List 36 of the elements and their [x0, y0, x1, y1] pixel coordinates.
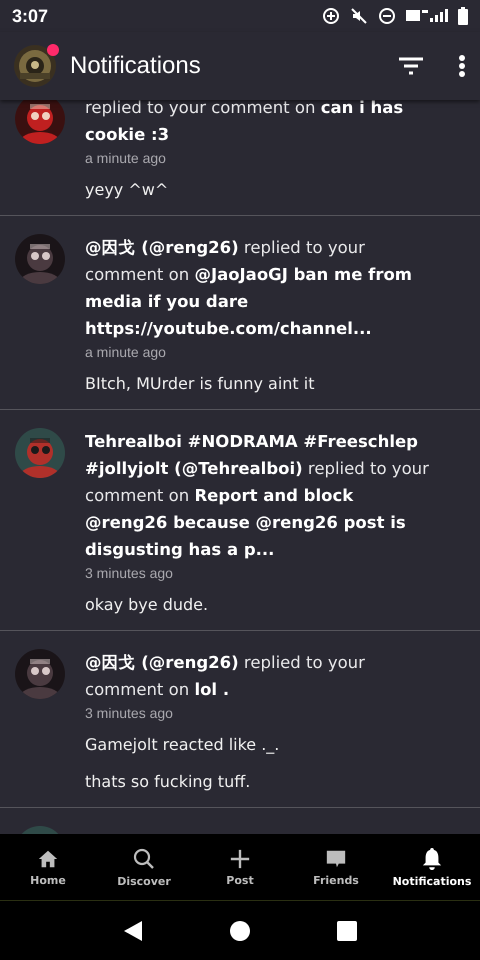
notification-text: @因戈 (@reng26) replied to your comment on lol . — [85, 652, 366, 701]
more-options-icon[interactable] — [458, 54, 466, 78]
notification-text: @因戈 (@reng26) replied to your comment on @JaoJaoGJ ban me from media if you dare https://youtube.com/channel... — [85, 237, 413, 340]
signal-icon — [406, 8, 448, 24]
nav-tab[interactable]: Friends — [288, 834, 384, 900]
nav-tab[interactable]: Notifications — [384, 834, 480, 900]
nav-tab[interactable]: Home — [0, 834, 96, 900]
plus-icon — [229, 848, 251, 870]
comment-text: Gamejolt reacted like ._. — [85, 735, 280, 754]
battery-icon — [458, 7, 468, 25]
do-not-disturb-icon — [378, 7, 396, 25]
notification-text: replied to your comment on can i has cookie :3 — [85, 100, 404, 146]
mute-icon — [350, 7, 368, 25]
comment-text: BItch, MUrder is funny aint it — [85, 374, 316, 393]
nav-tab[interactable]: Discover — [96, 834, 192, 900]
filter-icon[interactable] — [398, 56, 424, 76]
notification-text: Tehrealboi #NODRAMA #Freeschlep #jollyjolt (@Tehrealboi) replied to your comment on Report and block @reng26 because @reng26 post is disgusting has a p... — [85, 431, 430, 561]
search-icon — [132, 846, 156, 870]
recents-icon[interactable] — [337, 920, 357, 940]
comment-text: okay bye dude. — [85, 595, 210, 614]
page-title: Notifications — [70, 52, 202, 80]
timestamp: 3 minutes ago — [85, 705, 174, 721]
back-icon[interactable] — [123, 920, 143, 942]
notification-item[interactable]: @因戈 (@reng26) replied to your comment on @JaoJaoGJ ban me from media if you dare https://youtube.com/channel... a minute ago BItch, MUrder is funny aint it — [0, 216, 480, 410]
timestamp: a minute ago — [85, 344, 167, 360]
notification-item[interactable]: Tehrealboi #NODRAMA #Freeschlep #jollyjolt (@Tehrealboi) replied to your comment on Report and block @reng26 because @reng26 post is disgusting has a p... 3 minutes ago okay bye dude. — [0, 410, 480, 631]
timestamp: a minute ago — [85, 150, 167, 166]
bell-icon — [421, 846, 443, 870]
comment-text: thats so fucking tuff. — [85, 772, 252, 791]
timestamp: 3 minutes ago — [85, 565, 174, 581]
notification-item[interactable]: @因戈 (@reng26) replied to your comment on lol . 3 minutes ago Gamejolt reacted like ._. thats so fucking tuff. — [0, 631, 480, 808]
nav-tab[interactable]: Post — [192, 834, 288, 900]
status-time: 3:07 — [12, 6, 50, 26]
home-icon[interactable] — [229, 920, 251, 942]
comment-text: yeyy ^w^ — [85, 180, 170, 199]
notification-item[interactable]: replied to your comment on can i has cookie :3 a minute ago yeyy ^w^ — [0, 100, 480, 216]
